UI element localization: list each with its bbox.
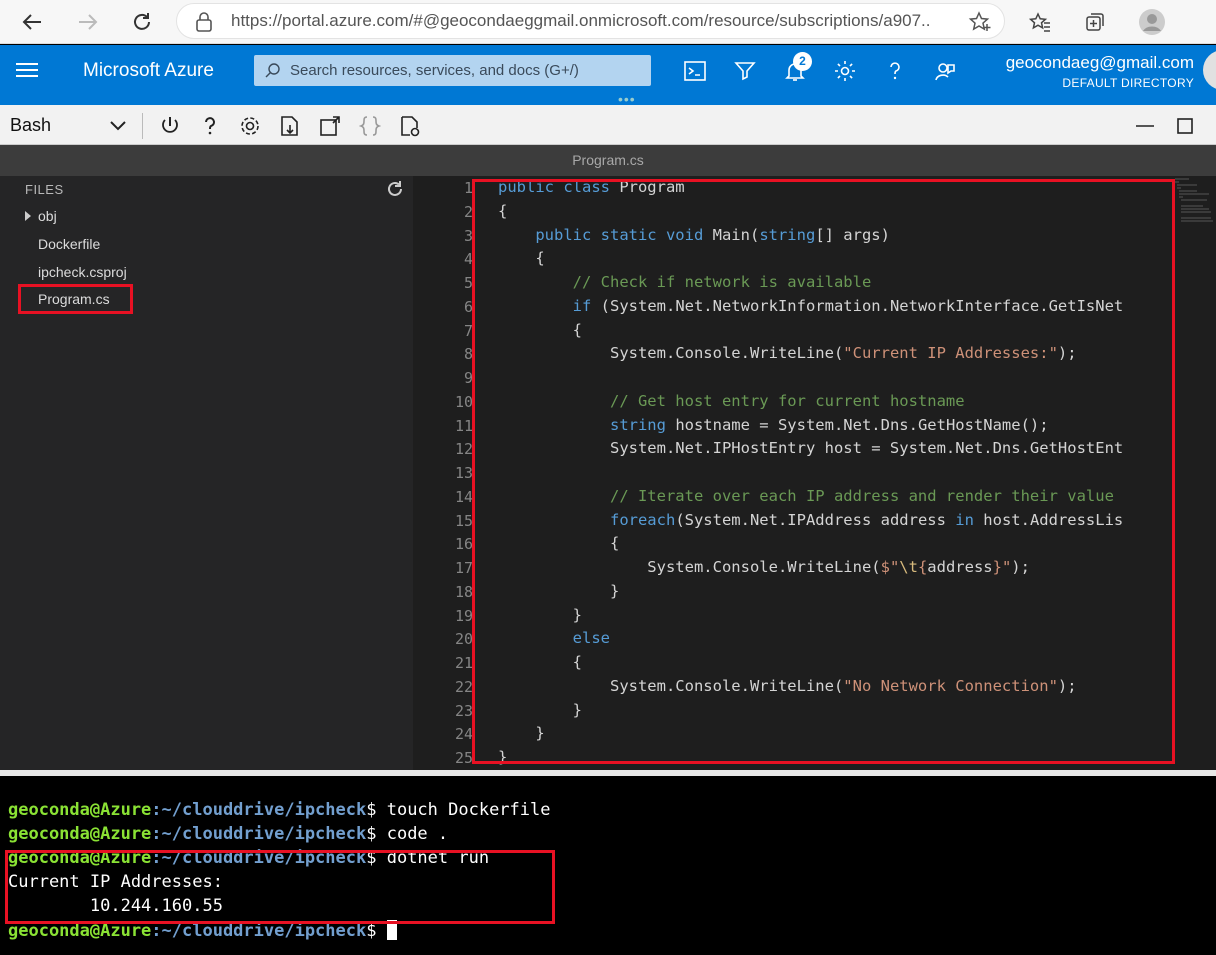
browser-toolbar: https://portal.azure.com/#@geocondaeggma…	[0, 0, 1216, 44]
code-minimap[interactable]	[1173, 176, 1213, 226]
line-number: 5	[463, 274, 473, 292]
file-explorer: FILES obj Dockerfile ipcheck.csproj Prog…	[0, 176, 413, 770]
folder-expand-icon[interactable]	[25, 211, 31, 221]
open-session-icon[interactable]	[317, 113, 343, 139]
settings-gear-icon[interactable]	[237, 113, 263, 139]
line-number: 22	[454, 678, 473, 696]
line-number: 15	[454, 512, 473, 530]
terminal-line: geoconda@Azure:~/clouddrive/ipcheck$ tou…	[8, 800, 550, 820]
line-number: 7	[463, 322, 473, 340]
file-item-dockerfile[interactable]: Dockerfile	[38, 236, 100, 252]
prompt-symbol: $	[366, 800, 377, 820]
resize-grip[interactable]	[0, 96, 1216, 105]
line-number: 17	[454, 559, 473, 577]
line-number: 14	[454, 488, 473, 506]
line-number: 18	[454, 583, 473, 601]
file-item-ipcheck-csproj[interactable]: ipcheck.csproj	[38, 264, 127, 280]
highlight-box-output	[5, 850, 555, 924]
line-number: 4	[463, 250, 473, 268]
editor-tab-title: Program.cs	[0, 145, 1216, 176]
azure-portal-header: Microsoft Azure Search resources, servic…	[0, 45, 1216, 96]
minimize-icon[interactable]	[1132, 113, 1158, 139]
line-number: 1	[463, 179, 473, 197]
line-number: 11	[454, 417, 473, 435]
lock-icon	[196, 12, 212, 32]
maximize-icon[interactable]	[1172, 113, 1198, 139]
line-number: 25	[454, 749, 473, 767]
prompt-path: :~/clouddrive/ipcheck	[151, 800, 367, 820]
portal-menu-icon[interactable]	[16, 59, 38, 81]
prompt-path: :~/clouddrive/ipcheck	[151, 921, 367, 941]
line-number: 19	[454, 607, 473, 625]
refresh-icon[interactable]	[126, 6, 158, 38]
restart-power-icon[interactable]	[157, 113, 183, 139]
search-input[interactable]: Search resources, services, and docs (G+…	[254, 55, 651, 86]
prompt-symbol: $	[366, 824, 377, 844]
line-number: 10	[454, 393, 473, 411]
forward-icon[interactable]	[72, 6, 104, 38]
line-number: 2	[463, 203, 473, 221]
prompt-user: geoconda@Azure	[8, 824, 152, 844]
directory-filter-icon[interactable]	[731, 57, 759, 85]
settings-gear-icon[interactable]	[831, 57, 859, 85]
editor-braces-icon[interactable]	[357, 113, 383, 139]
file-item-obj[interactable]: obj	[38, 208, 57, 224]
toolbar-divider	[142, 113, 143, 139]
line-number: 24	[454, 725, 473, 743]
user-directory: DEFAULT DIRECTORY	[1062, 76, 1194, 90]
search-placeholder: Search resources, services, and docs (G+…	[290, 62, 579, 79]
terminal-command: touch Dockerfile	[376, 800, 551, 820]
profile-avatar-icon[interactable]	[1136, 6, 1168, 38]
favorites-icon[interactable]	[1024, 6, 1056, 38]
cloud-shell-toolbar: Bash	[0, 105, 1216, 145]
search-icon	[265, 62, 280, 77]
highlight-box-program-file	[18, 284, 133, 314]
refresh-icon[interactable]	[386, 180, 404, 198]
prompt-user: geoconda@Azure	[8, 800, 152, 820]
collections-icon[interactable]	[1079, 6, 1111, 38]
upload-download-icon[interactable]	[277, 113, 303, 139]
line-number: 9	[463, 369, 473, 387]
help-question-icon[interactable]	[197, 113, 223, 139]
cloud-shell-icon[interactable]	[681, 57, 709, 85]
feedback-icon[interactable]	[931, 57, 959, 85]
back-icon[interactable]	[16, 6, 48, 38]
address-bar[interactable]: https://portal.azure.com/#@geocondaeggma…	[176, 3, 1005, 39]
line-number: 21	[454, 654, 473, 672]
user-email[interactable]: geocondaeg@gmail.com	[1006, 53, 1194, 73]
portal-brand[interactable]: Microsoft Azure	[83, 60, 214, 82]
line-number: 13	[454, 464, 473, 482]
add-favorite-icon[interactable]	[968, 10, 992, 34]
url-text: https://portal.azure.com/#@geocondaeggma…	[231, 11, 931, 30]
prompt-user: geoconda@Azure	[8, 921, 152, 941]
line-number: 3	[463, 227, 473, 245]
prompt-path: :~/clouddrive/ipcheck	[151, 824, 367, 844]
chevron-down-icon[interactable]	[108, 115, 128, 135]
highlight-box-code	[472, 179, 1175, 764]
web-preview-icon[interactable]	[397, 113, 423, 139]
terminal-line: geoconda@Azure:~/clouddrive/ipcheck$ cod…	[8, 824, 448, 844]
notification-count-badge: 2	[793, 52, 812, 71]
line-number: 20	[454, 630, 473, 648]
line-number-gutter: 1 2 3 4 5 6 7 8 9 10 11 12 13 14 15 16 1…	[413, 176, 473, 770]
line-number: 12	[454, 440, 473, 458]
shell-type-select[interactable]: Bash	[10, 115, 51, 136]
terminal-command: code .	[376, 824, 449, 844]
line-number: 6	[463, 298, 473, 316]
line-number: 23	[454, 702, 473, 720]
line-number: 8	[463, 345, 473, 363]
files-header: FILES	[25, 182, 64, 197]
prompt-symbol: $	[366, 921, 377, 941]
line-number: 16	[454, 535, 473, 553]
help-icon[interactable]	[881, 57, 909, 85]
